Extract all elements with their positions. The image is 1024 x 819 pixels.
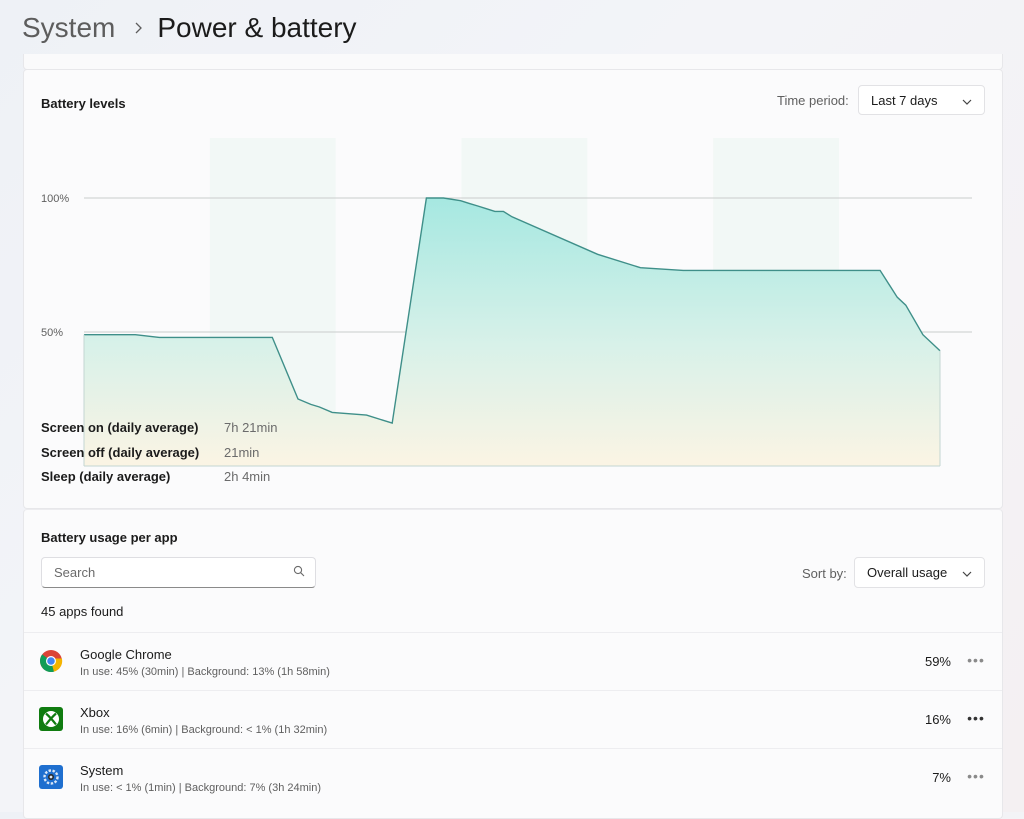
app-usage-detail: In use: 45% (30min) | Background: 13% (1…: [80, 666, 330, 678]
stat-value-screen-off: 21min: [224, 445, 260, 460]
xbox-icon: [39, 707, 63, 731]
more-options-icon[interactable]: •••: [965, 765, 987, 787]
app-usage-percent: 59%: [924, 654, 951, 669]
app-name: Xbox: [80, 705, 110, 720]
time-period-value: Last 7 days: [871, 92, 938, 108]
system-icon: [39, 765, 63, 789]
app-usage-detail: In use: < 1% (1min) | Background: 7% (3h…: [80, 782, 322, 794]
apps-found-count: 45 apps found: [41, 604, 124, 619]
app-name: System: [80, 763, 124, 778]
stat-value-screen-on: 7h 21min: [224, 420, 278, 435]
battery-levels-card: Battery levels Time period: Last 7 days …: [23, 69, 1003, 509]
app-row[interactable]: Xbox In use: 16% (6min) | Background: < …: [24, 690, 1002, 748]
more-options-icon[interactable]: •••: [965, 707, 987, 729]
search-icon[interactable]: [293, 564, 305, 582]
battery-levels-title: Battery levels: [41, 96, 126, 111]
stat-label-screen-off: Screen off (daily average): [41, 445, 200, 460]
battery-usage-title: Battery usage per app: [41, 530, 178, 545]
more-options-icon[interactable]: •••: [965, 649, 987, 671]
app-name: Google Chrome: [80, 647, 172, 662]
time-period-label: Time period:: [777, 93, 849, 108]
stat-label-sleep: Sleep (daily average): [41, 469, 171, 484]
y-tick-label: 100%: [41, 193, 69, 205]
sort-by-label: Sort by:: [802, 566, 847, 581]
previous-card-edge: [23, 54, 1003, 70]
app-usage-detail: In use: 16% (6min) | Background: < 1% (1…: [80, 724, 328, 736]
app-row[interactable]: Google Chrome In use: 45% (30min) | Back…: [24, 632, 1002, 690]
search-input[interactable]: [52, 564, 293, 581]
stat-value-sleep: 2h 4min: [224, 469, 271, 484]
page-title: Power & battery: [157, 12, 357, 43]
y-tick-label: 50%: [41, 327, 63, 339]
stat-label-screen-on: Screen on (daily average): [41, 420, 199, 435]
breadcrumb-system-link[interactable]: System: [22, 12, 115, 44]
sort-by-dropdown[interactable]: Overall usage: [854, 557, 985, 588]
battery-usage-card: Battery usage per app Sort by: Overall u…: [23, 509, 1003, 819]
chevron-down-icon: [962, 93, 972, 108]
battery-level-chart: 50% 100%: [41, 138, 972, 467]
time-period-dropdown[interactable]: Last 7 days: [858, 85, 985, 115]
app-usage-percent: 7%: [932, 770, 951, 785]
sort-by-value: Overall usage: [867, 565, 948, 580]
app-row[interactable]: System In use: < 1% (1min) | Background:…: [24, 748, 1002, 806]
chrome-icon: [39, 649, 63, 673]
app-usage-percent: 16%: [924, 712, 951, 727]
search-box[interactable]: [41, 557, 316, 588]
chevron-down-icon: [962, 565, 972, 580]
chevron-right-icon: [133, 22, 143, 34]
breadcrumb: System Power & battery: [22, 8, 357, 48]
